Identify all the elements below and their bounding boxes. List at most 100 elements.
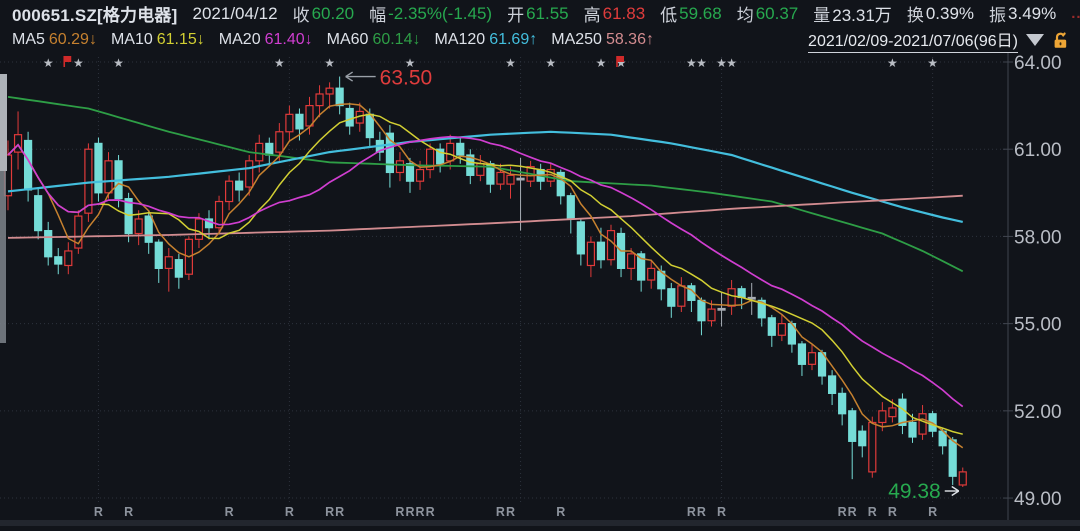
kline-chart[interactable]: 64.0061.0058.0055.0052.0049.00★★★★★★★★★★… bbox=[0, 53, 1080, 526]
candle-body bbox=[959, 472, 966, 485]
r-event-marker: R bbox=[405, 505, 414, 519]
candle-body bbox=[809, 353, 816, 365]
candle-body bbox=[708, 309, 715, 321]
candle-body bbox=[45, 231, 52, 257]
candle-body bbox=[678, 286, 685, 306]
candle-body bbox=[155, 242, 162, 268]
field-low: 低59.68 bbox=[660, 1, 722, 26]
ma-line-ma120 bbox=[8, 132, 963, 222]
y-axis-label: 64.00 bbox=[1014, 53, 1062, 74]
candle-body bbox=[718, 309, 725, 311]
field-high: 高61.83 bbox=[584, 1, 646, 26]
left-window-edge-lower bbox=[0, 171, 6, 343]
annotations-layer: 63.50 49.38 bbox=[346, 67, 959, 503]
left-window-edge bbox=[0, 74, 7, 171]
candle-body bbox=[628, 254, 635, 269]
date-range-selector[interactable]: 2021/02/09-2021/07/06(96日) bbox=[808, 27, 1018, 53]
candle-body bbox=[849, 411, 856, 442]
ma-line-ma60 bbox=[8, 97, 963, 271]
candle-body bbox=[587, 242, 594, 265]
y-axis-label: 61.00 bbox=[1014, 140, 1062, 161]
star-icon: ★ bbox=[274, 56, 285, 70]
y-axis-label: 52.00 bbox=[1014, 402, 1062, 423]
r-event-marker: R bbox=[124, 505, 133, 519]
candle-body bbox=[95, 143, 102, 192]
unlock-icon[interactable] bbox=[1052, 31, 1070, 49]
event-markers-layer: ★★★★★★★★★★★★★★★★RRRRRRRRRRRRRRRRRRRRR bbox=[43, 56, 938, 519]
ma-line-ma5 bbox=[8, 104, 963, 448]
candle-body bbox=[577, 222, 584, 254]
field-change: 幅-2.35%(-1.45) bbox=[369, 1, 492, 26]
star-icon: ★ bbox=[887, 56, 898, 70]
star-icon: ★ bbox=[113, 56, 124, 70]
candle-body bbox=[919, 414, 926, 434]
star-icon: ★ bbox=[43, 56, 54, 70]
candle-body bbox=[768, 318, 775, 335]
candle-body bbox=[477, 164, 484, 176]
star-icon: ★ bbox=[73, 56, 84, 70]
star-icon: ★ bbox=[505, 56, 516, 70]
trough-price-annotation: 49.38 bbox=[888, 480, 941, 503]
candle-body bbox=[497, 172, 504, 184]
candle-body bbox=[175, 260, 182, 277]
star-icon: ★ bbox=[596, 56, 607, 70]
quote-bar: 000651.SZ[格力电器] 2021/04/12 收60.20 幅-2.35… bbox=[0, 0, 1080, 27]
candle-body bbox=[648, 268, 655, 280]
candle-body bbox=[608, 231, 615, 260]
candle-body bbox=[909, 422, 916, 437]
candle-body bbox=[286, 114, 293, 131]
peak-price-annotation: 63.50 bbox=[380, 67, 433, 90]
r-event-marker: R bbox=[506, 505, 515, 519]
candles-layer[interactable] bbox=[5, 77, 967, 487]
grid-layer: 64.0061.0058.0055.0052.0049.00 bbox=[0, 53, 1080, 526]
ma10-readout: MA1061.15↓ bbox=[111, 31, 205, 49]
candle-body bbox=[346, 109, 353, 126]
ma250-readout: MA25058.36↑ bbox=[551, 31, 654, 49]
ma-bar: MA560.29↓ MA1061.15↓ MA2061.40↓ MA6060.1… bbox=[0, 27, 1080, 53]
candle-body bbox=[668, 289, 675, 306]
chevron-down-icon[interactable] bbox=[1026, 34, 1044, 46]
star-icon: ★ bbox=[927, 56, 938, 70]
candle-body bbox=[326, 88, 333, 94]
candle-body bbox=[85, 149, 92, 213]
candle-body bbox=[336, 88, 343, 105]
candle-body bbox=[125, 199, 132, 234]
stock-symbol: 000651.SZ[格力电器] bbox=[12, 1, 178, 26]
candle-body bbox=[698, 300, 705, 320]
candle-body bbox=[306, 106, 313, 126]
candle-body bbox=[256, 143, 263, 160]
candle-body bbox=[597, 242, 604, 259]
r-event-marker: R bbox=[717, 505, 726, 519]
candle-body bbox=[195, 219, 202, 239]
candle-body bbox=[276, 132, 283, 152]
candle-body bbox=[507, 175, 514, 184]
candle-body bbox=[296, 114, 303, 129]
kline-chart-area[interactable]: 64.0061.0058.0055.0052.0049.00★★★★★★★★★★… bbox=[0, 53, 1080, 526]
candle-body bbox=[778, 324, 785, 336]
candle-body bbox=[829, 376, 836, 393]
candle-body bbox=[246, 161, 253, 187]
y-axis-label: 58.00 bbox=[1014, 227, 1062, 248]
candle-body bbox=[55, 257, 62, 264]
candle-body bbox=[407, 164, 414, 181]
r-event-marker: R bbox=[426, 505, 435, 519]
candle-body bbox=[949, 440, 956, 476]
candle-body bbox=[396, 161, 403, 173]
candle-body bbox=[798, 344, 805, 364]
candle-body bbox=[266, 143, 273, 155]
y-axis-label: 55.00 bbox=[1014, 315, 1062, 336]
ma20-readout: MA2061.40↓ bbox=[219, 31, 313, 49]
overflow-dots[interactable]: ... bbox=[1071, 5, 1080, 22]
candle-body bbox=[135, 219, 142, 234]
field-turnover: 换0.39% bbox=[907, 1, 974, 26]
r-event-marker: R bbox=[285, 505, 294, 519]
r-event-marker: R bbox=[868, 505, 877, 519]
star-icon: ★ bbox=[545, 56, 556, 70]
r-event-marker: R bbox=[838, 505, 847, 519]
candle-body bbox=[859, 431, 866, 446]
candle-body bbox=[728, 289, 735, 306]
field-amplitude: 振3.49% bbox=[989, 1, 1056, 26]
candle-body bbox=[226, 181, 233, 201]
r-event-marker: R bbox=[848, 505, 857, 519]
candle-body bbox=[738, 289, 745, 298]
